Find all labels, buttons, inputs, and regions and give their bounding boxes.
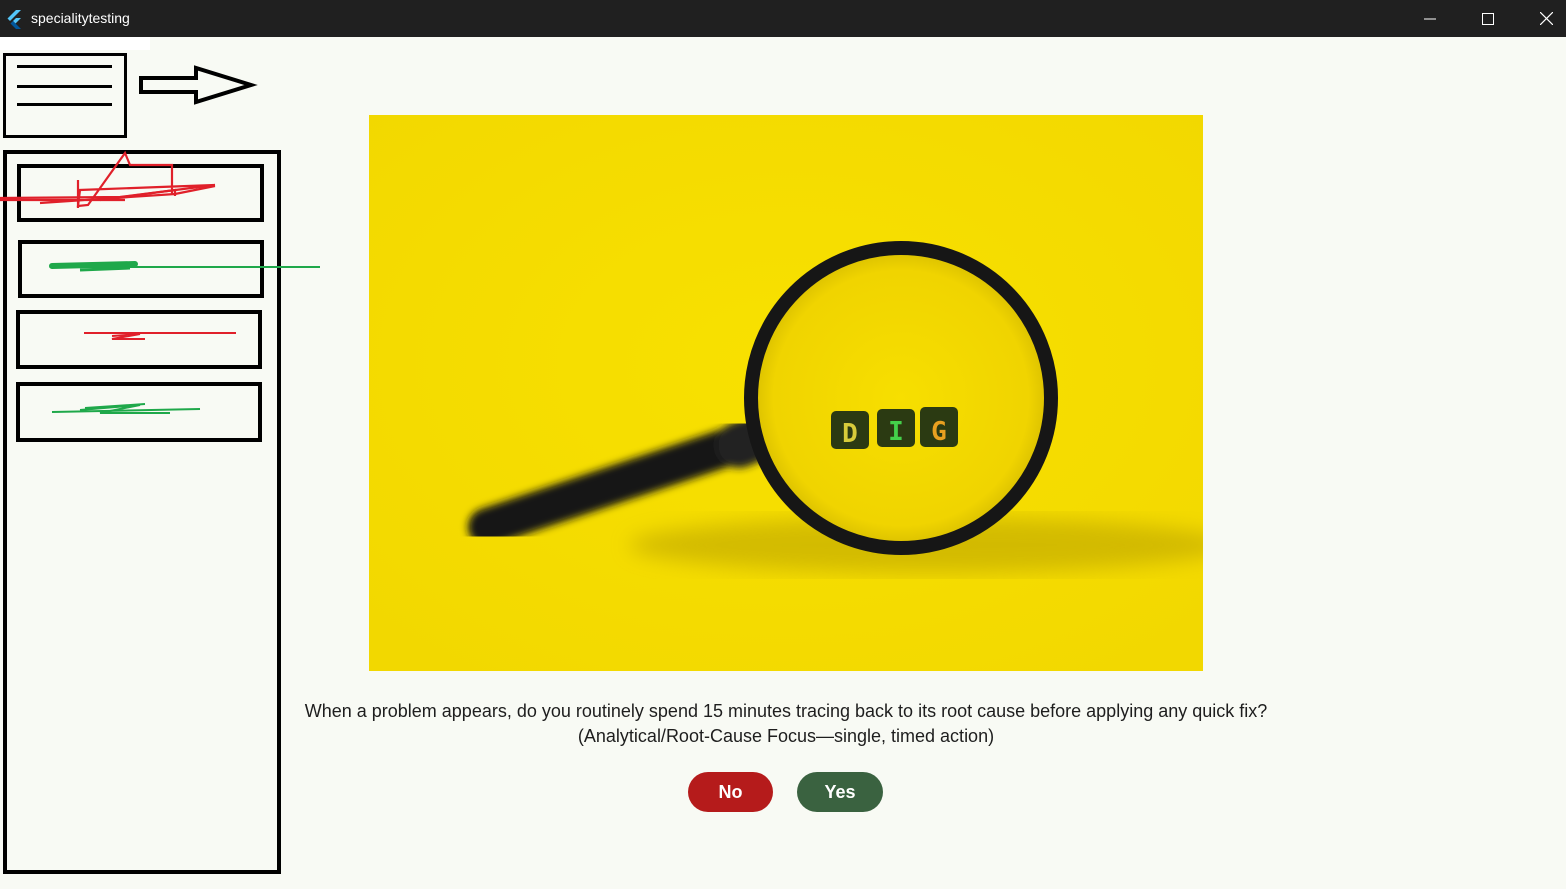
question-line-2: (Analytical/Root-Cause Focus—single, tim… [577,726,995,746]
question-line-1: When a problem appears, do you routinely… [304,701,1268,721]
maximize-button[interactable] [1459,0,1517,37]
green-scribble-icon [49,261,320,272]
minimize-icon [1424,18,1436,19]
red-scribble-icon [0,150,216,208]
side-item-scribbles [0,150,320,414]
yes-button[interactable]: Yes [797,772,883,812]
close-button[interactable] [1517,0,1566,37]
red-scribble-icon [84,332,236,340]
minimize-button[interactable] [1401,0,1459,37]
green-scribble-icon [51,403,201,414]
maximize-icon [1482,12,1494,25]
question-text: When a problem appears, do you routinely… [286,699,1286,749]
svg-text:G: G [931,417,947,447]
hero-image: D I G [369,115,1203,671]
svg-text:D: D [842,419,858,449]
close-icon [1539,12,1553,25]
svg-text:I: I [888,417,904,447]
letter-blocks: D I G [831,407,958,449]
no-button[interactable]: No [688,772,773,812]
